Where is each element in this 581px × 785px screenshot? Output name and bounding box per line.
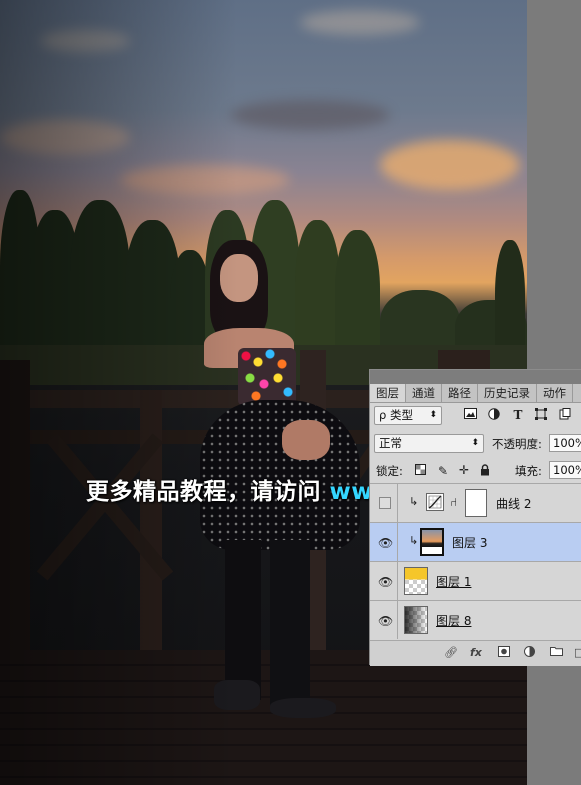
opacity-input[interactable]: 100% (549, 434, 581, 452)
lock-image-pixels-icon[interactable]: ✎ (436, 464, 450, 478)
image-filter-icon[interactable] (463, 408, 477, 422)
layer-row[interactable]: ↳ ⑁ 曲线 2 (370, 483, 581, 522)
layer-row[interactable]: 👁︎ 图层 8 (370, 600, 581, 639)
opacity-label: 不透明度: (492, 437, 542, 451)
new-layer-icon[interactable]: □ (574, 646, 581, 659)
blend-mode-value: 正常 (379, 436, 402, 450)
shape-filter-icon[interactable] (534, 408, 548, 422)
layer-mask-thumbnail (465, 489, 487, 517)
visibility-toggle[interactable] (370, 484, 398, 522)
eye-icon: 👁︎ (378, 536, 394, 550)
visibility-toggle[interactable]: 👁︎ (370, 562, 398, 600)
layer-name: 图层 3 (452, 536, 488, 550)
fill-input[interactable]: 100% (549, 461, 581, 479)
watermark-label: 更多精品教程，请访问 (86, 479, 330, 505)
tab-layers[interactable]: 图层 (370, 384, 406, 402)
visibility-off-box (379, 497, 391, 509)
visibility-toggle[interactable]: 👁︎ (370, 601, 398, 639)
link-layers-icon[interactable]: 🔗︎ (444, 646, 458, 659)
new-adjustment-layer-icon[interactable] (524, 646, 535, 660)
layers-panel: 图层 通道 路径 历史记录 动作 ρ 类型 ⬍ T 正常 ⬍ 不透明度: 100… (369, 369, 581, 666)
adjustment-filter-icon[interactable] (487, 408, 501, 422)
chevron-updown-icon: ⬍ (429, 410, 437, 420)
layer-name: 图层 8 (436, 614, 472, 628)
filter-kind-label: 类型 (389, 408, 413, 422)
chevron-updown-icon: ⬍ (471, 438, 479, 448)
panel-footer: 🔗︎ fx □ (370, 640, 581, 666)
search-icon: ρ (379, 408, 387, 422)
lock-transparent-pixels-icon[interactable] (413, 464, 427, 478)
layer-name: 曲线 2 (496, 497, 532, 511)
blend-mode-select[interactable]: 正常 ⬍ (374, 434, 484, 453)
layer-style-fx-icon[interactable]: fx (470, 646, 482, 659)
layer-thumbnail (404, 606, 428, 634)
layer-name: 图层 1 (436, 575, 472, 589)
layer-thumbnail (420, 528, 444, 556)
new-group-folder-icon[interactable] (550, 646, 563, 659)
filter-kind-select[interactable]: ρ 类型 ⬍ (374, 406, 442, 425)
eye-icon: 👁︎ (378, 575, 394, 589)
tab-actions[interactable]: 动作 (537, 384, 573, 402)
add-mask-icon[interactable] (498, 646, 510, 660)
fill-label: 填充: (515, 464, 542, 478)
panel-title-strip[interactable] (370, 370, 581, 384)
tab-history[interactable]: 历史记录 (478, 384, 537, 402)
lock-position-icon[interactable]: ✛ (457, 463, 471, 477)
tab-paths[interactable]: 路径 (442, 384, 478, 402)
link-chain-icon: ⑁ (450, 495, 458, 509)
visibility-toggle[interactable]: 👁︎ (370, 523, 398, 561)
layer-row[interactable]: 👁︎ ↳ 图层 3 (370, 522, 581, 561)
type-filter-icon[interactable]: T (511, 408, 525, 422)
tab-channels[interactable]: 通道 (406, 384, 442, 402)
curves-adjustment-icon (426, 493, 444, 511)
clipping-arrow-icon: ↳ (409, 495, 419, 508)
smart-object-filter-icon[interactable] (558, 408, 572, 422)
layer-row[interactable]: 👁︎ 图层 1 (370, 561, 581, 600)
layer-thumbnail (404, 567, 428, 595)
clipping-arrow-icon: ↳ (409, 534, 419, 547)
lock-label: 锁定: (376, 464, 403, 478)
panel-tabs: 图层 通道 路径 历史记录 动作 (370, 384, 581, 403)
eye-icon: 👁︎ (378, 614, 394, 628)
lock-all-icon[interactable] (478, 464, 492, 478)
